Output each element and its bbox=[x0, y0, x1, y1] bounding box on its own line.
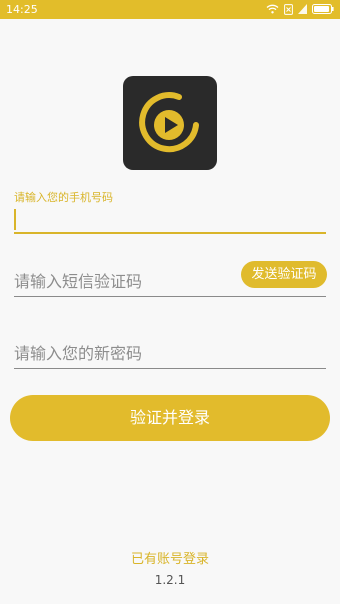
verify-login-button[interactable]: 验证并登录 bbox=[10, 395, 330, 441]
wifi-icon bbox=[266, 4, 279, 14]
app-version: 1.2.1 bbox=[154, 573, 186, 587]
phone-label: 请输入您的手机号码 bbox=[14, 191, 113, 204]
sim-icon bbox=[284, 3, 293, 15]
signal-icon bbox=[298, 4, 307, 14]
text-caret bbox=[14, 209, 16, 230]
new-password-placeholder: 请输入您的新密码 bbox=[14, 344, 143, 363]
new-password-input[interactable]: 请输入您的新密码 bbox=[14, 341, 326, 369]
existing-account-login-link[interactable]: 已有账号登录 bbox=[0, 548, 340, 567]
send-code-button[interactable]: 发送验证码 bbox=[241, 261, 327, 288]
play-logo-icon bbox=[139, 92, 199, 153]
status-icons bbox=[266, 3, 334, 15]
app-logo bbox=[123, 76, 217, 170]
status-bar: 14:25 bbox=[0, 0, 340, 19]
battery-icon bbox=[312, 4, 334, 14]
sms-code-placeholder: 请输入短信验证码 bbox=[14, 272, 143, 291]
status-time: 14:25 bbox=[6, 3, 38, 16]
phone-input[interactable] bbox=[14, 205, 326, 234]
